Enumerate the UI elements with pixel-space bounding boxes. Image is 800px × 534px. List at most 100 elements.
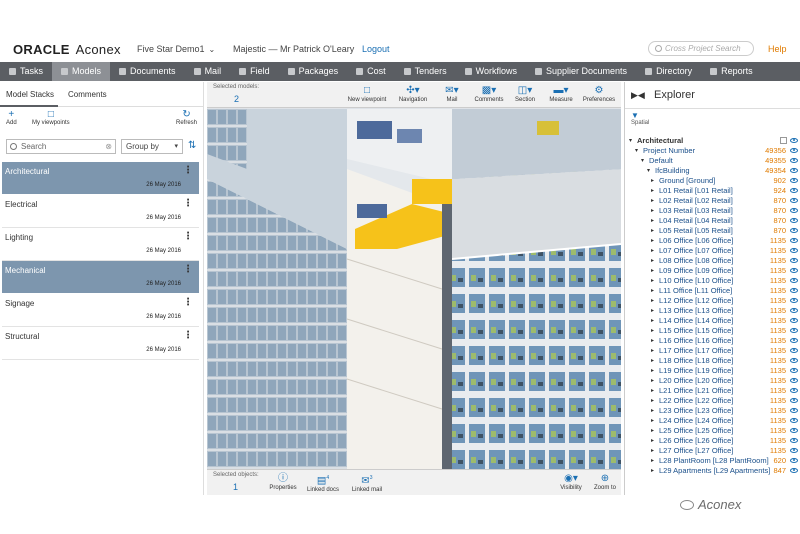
tree-item[interactable]: ▸ L15 Office [L15 Office] 1135	[625, 326, 800, 336]
oracle-aconex-logo[interactable]: ORACLE Aconex	[13, 42, 121, 57]
more-options-icon[interactable]: ⋮	[183, 331, 193, 341]
model-stack-architectural[interactable]: Architectural 26 May 2016 ⋮	[2, 162, 199, 195]
tree-item[interactable]: ▾ IfcBuilding 49354	[625, 166, 800, 176]
more-options-icon[interactable]: ⋮	[183, 298, 193, 308]
expand-right-icon[interactable]: ▸	[651, 176, 654, 186]
tree-item[interactable]: ▸ L29 Apartments [L29 Apartments] 847	[625, 466, 800, 476]
eye-icon[interactable]	[790, 228, 798, 233]
navigation-button[interactable]: ✣▾ Navigation	[393, 84, 433, 103]
eye-icon[interactable]	[790, 378, 798, 383]
expand-down-icon[interactable]: ▾	[641, 156, 644, 166]
eye-icon[interactable]	[790, 408, 798, 413]
measure-button[interactable]: ▬▾ Measure	[541, 84, 581, 103]
tree-item[interactable]: ▸ L10 Office [L10 Office] 1135	[625, 276, 800, 286]
spatial-filter[interactable]: ▼ Spatial	[631, 112, 649, 127]
tree-item[interactable]: ▸ L18 Office [L18 Office] 1135	[625, 356, 800, 366]
collapse-panel-icon[interactable]: ▶◀	[631, 90, 645, 101]
tree-item[interactable]: ▸ L28 PlantRoom [L28 PlantRoom] 620	[625, 456, 800, 466]
expand-down-icon[interactable]: ▾	[635, 146, 638, 156]
expand-right-icon[interactable]: ▸	[651, 206, 654, 216]
expand-right-icon[interactable]: ▸	[651, 266, 654, 276]
eye-icon[interactable]	[790, 368, 798, 373]
clear-icon[interactable]: ⊗	[105, 142, 112, 151]
eye-icon[interactable]	[790, 288, 798, 293]
eye-icon[interactable]	[790, 268, 798, 273]
eye-icon[interactable]	[790, 338, 798, 343]
project-selector[interactable]: Five Star Demo1 ⌄	[137, 44, 215, 54]
eye-icon[interactable]	[790, 138, 798, 143]
tree-item[interactable]: ▸ L27 Office [L27 Office] 1135	[625, 446, 800, 456]
eye-icon[interactable]	[790, 278, 798, 283]
nav-item-models[interactable]: Models	[52, 62, 111, 81]
tree-item[interactable]: ▸ L21 Office [L21 Office] 1135	[625, 386, 800, 396]
expand-right-icon[interactable]: ▸	[651, 406, 654, 416]
expand-right-icon[interactable]: ▸	[651, 336, 654, 346]
expand-right-icon[interactable]: ▸	[651, 326, 654, 336]
eye-icon[interactable]	[790, 258, 798, 263]
expand-right-icon[interactable]: ▸	[651, 346, 654, 356]
tab-model-stacks[interactable]: Model Stacks	[6, 90, 54, 99]
expand-right-icon[interactable]: ▸	[651, 376, 654, 386]
mail-button[interactable]: ✉▾ Mail	[432, 84, 472, 103]
tree-item[interactable]: ▸ L16 Office [L16 Office] 1135	[625, 336, 800, 346]
more-options-icon[interactable]: ⋮	[183, 199, 193, 209]
expand-down-icon[interactable]: ▾	[629, 136, 632, 146]
eye-icon[interactable]	[790, 358, 798, 363]
tree-item[interactable]: ▸ L17 Office [L17 Office] 1135	[625, 346, 800, 356]
tree-item[interactable]: ▸ L09 Office [L09 Office] 1135	[625, 266, 800, 276]
tree-item[interactable]: ▸ L04 Retail [L04 Retail] 870	[625, 216, 800, 226]
preferences-button[interactable]: ⚙ Preferences	[579, 84, 619, 103]
selected-models-count[interactable]: 2	[234, 94, 239, 104]
tree-item[interactable]: ▸ L22 Office [L22 Office] 1135	[625, 396, 800, 406]
nav-item-tasks[interactable]: Tasks	[0, 62, 52, 81]
tab-comments[interactable]: Comments	[68, 90, 107, 99]
expand-right-icon[interactable]: ▸	[651, 286, 654, 296]
expand-right-icon[interactable]: ▸	[651, 426, 654, 436]
expand-right-icon[interactable]: ▸	[651, 436, 654, 446]
tree-item[interactable]: ▸ L11 Office [L11 Office] 1135	[625, 286, 800, 296]
eye-icon[interactable]	[790, 398, 798, 403]
tree-item[interactable]: ▸ L08 Office [L08 Office] 1135	[625, 256, 800, 266]
visibility-checkbox[interactable]	[780, 137, 787, 144]
tree-item[interactable]: ▸ L20 Office [L20 Office] 1135	[625, 376, 800, 386]
more-options-icon[interactable]: ⋮	[183, 265, 193, 275]
expand-right-icon[interactable]: ▸	[651, 416, 654, 426]
more-options-icon[interactable]: ⋮	[183, 232, 193, 242]
model-stack-electrical[interactable]: Electrical 26 May 2016 ⋮	[2, 195, 199, 228]
nav-item-documents[interactable]: Documents	[110, 62, 185, 81]
model-stack-mechanical[interactable]: Mechanical 26 May 2016 ⋮	[2, 261, 199, 294]
expand-right-icon[interactable]: ▸	[651, 236, 654, 246]
nav-item-packages[interactable]: Packages	[279, 62, 348, 81]
model-stack-lighting[interactable]: Lighting 26 May 2016 ⋮	[2, 228, 199, 261]
eye-icon[interactable]	[790, 218, 798, 223]
nav-item-workflows[interactable]: Workflows	[456, 62, 526, 81]
zoom-to-button[interactable]: ⊕ Zoom to	[585, 472, 621, 491]
tree-item[interactable]: ▸ L01 Retail [L01 Retail] 924	[625, 186, 800, 196]
nav-item-reports[interactable]: Reports	[701, 62, 762, 81]
expand-right-icon[interactable]: ▸	[651, 296, 654, 306]
tree-item[interactable]: ▸ L12 Office [L12 Office] 1135	[625, 296, 800, 306]
refresh-button[interactable]: ↻ Refresh	[176, 110, 197, 127]
tree-item[interactable]: ▸ L05 Retail [L05 Retail] 870	[625, 226, 800, 236]
expand-right-icon[interactable]: ▸	[651, 356, 654, 366]
eye-icon[interactable]	[790, 438, 798, 443]
eye-icon[interactable]	[790, 308, 798, 313]
eye-icon[interactable]	[790, 458, 798, 463]
properties-button[interactable]: ⓘ Properties	[263, 472, 303, 491]
eye-icon[interactable]	[790, 428, 798, 433]
expand-right-icon[interactable]: ▸	[651, 196, 654, 206]
expand-right-icon[interactable]: ▸	[651, 466, 654, 476]
eye-icon[interactable]	[790, 158, 798, 163]
eye-icon[interactable]	[790, 318, 798, 323]
more-options-icon[interactable]: ⋮	[183, 166, 193, 176]
tree-item[interactable]: ▾ Project Number 49356	[625, 146, 800, 156]
section-button[interactable]: ◫▾ Section	[505, 84, 545, 103]
comments-button[interactable]: ▩▾ Comments	[469, 84, 509, 103]
add-button[interactable]: + Add	[6, 110, 17, 127]
eye-icon[interactable]	[790, 208, 798, 213]
expand-right-icon[interactable]: ▸	[651, 306, 654, 316]
my-viewpoints-button[interactable]: □ My viewpoints	[32, 110, 70, 127]
group-by-select[interactable]: Group by ▾	[121, 139, 183, 154]
expand-right-icon[interactable]: ▸	[651, 456, 654, 466]
eye-icon[interactable]	[790, 298, 798, 303]
